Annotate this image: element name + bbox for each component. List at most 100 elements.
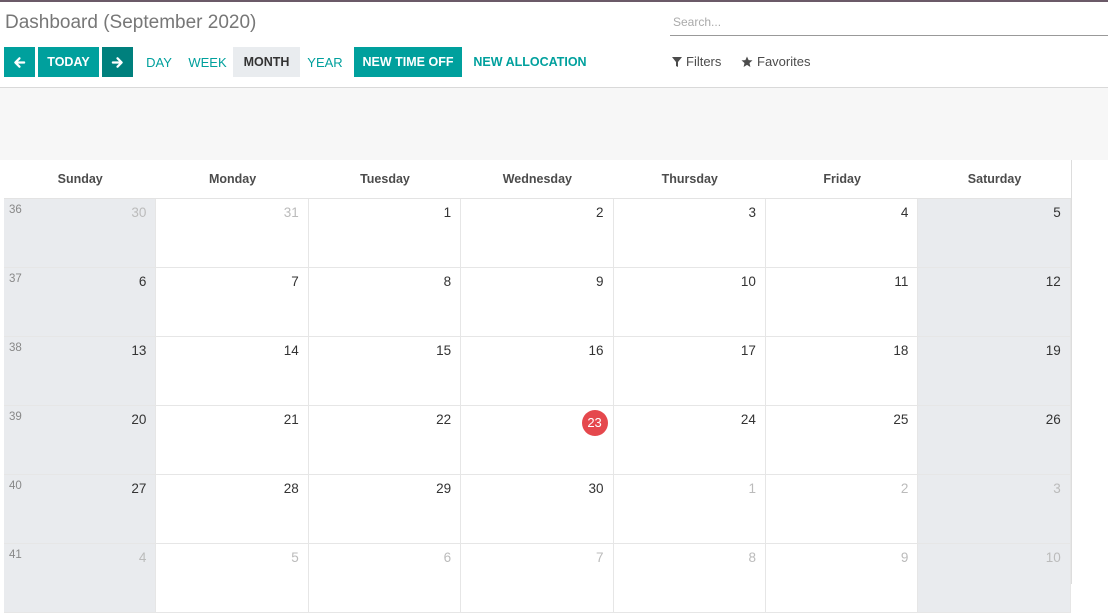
day-number: 7: [596, 550, 604, 565]
day-number: 15: [436, 343, 452, 358]
day-cell[interactable]: 28: [156, 475, 309, 543]
day-cell[interactable]: 22: [308, 406, 462, 474]
day-number: 10: [740, 274, 756, 289]
day-cell[interactable]: 8: [613, 544, 766, 612]
week-number: 39: [9, 411, 22, 423]
week-row: 38 13 14 15 16 17 18 19: [4, 337, 1071, 406]
day-cell[interactable]: 9: [461, 268, 614, 336]
day-cell[interactable]: 37 6: [4, 268, 157, 336]
week-number: 36: [9, 204, 22, 216]
day-cell[interactable]: 4: [765, 199, 919, 267]
month-scale-button[interactable]: MONTH: [233, 47, 300, 77]
day-cell[interactable]: 41 4: [4, 544, 157, 612]
day-cell[interactable]: 12: [918, 268, 1071, 336]
day-number: 31: [283, 205, 299, 220]
day-cell[interactable]: 19: [918, 337, 1071, 405]
day-number: 4: [900, 205, 909, 220]
next-button[interactable]: [102, 47, 133, 77]
filters-label: Filters: [686, 54, 722, 69]
day-number: 3: [1053, 481, 1061, 496]
day-cell[interactable]: 10: [613, 268, 766, 336]
day-scale-button[interactable]: DAY: [140, 47, 178, 77]
new-time-off-button[interactable]: NEW TIME OFF: [354, 47, 462, 77]
day-cell[interactable]: 8: [308, 268, 462, 336]
day-number: 8: [443, 274, 452, 289]
day-cell[interactable]: 29: [308, 475, 462, 543]
day-number: 26: [1045, 412, 1061, 427]
day-cell[interactable]: 36 30: [4, 199, 157, 267]
day-cell[interactable]: 25: [765, 406, 919, 474]
day-cell[interactable]: 17: [613, 337, 766, 405]
day-number: 9: [596, 274, 604, 289]
day-cell[interactable]: 21: [156, 406, 309, 474]
day-number: 1: [443, 205, 452, 220]
today-date-badge: 23: [581, 410, 608, 436]
day-number: 25: [893, 412, 909, 427]
day-cell[interactable]: 40 27: [4, 475, 157, 543]
day-cell[interactable]: 23: [461, 406, 614, 474]
year-scale-button[interactable]: YEAR: [303, 47, 347, 77]
week-row: 41 4 5 6 7 8 9 10: [4, 544, 1071, 613]
day-number: 7: [291, 274, 299, 289]
previous-button[interactable]: [4, 47, 35, 77]
day-cell[interactable]: 3: [918, 475, 1071, 543]
week-row: 37 6 7 8 9 10 11 12: [4, 268, 1071, 337]
day-cell[interactable]: 7: [156, 268, 309, 336]
day-cell[interactable]: 26: [918, 406, 1071, 474]
day-number: 29: [436, 481, 452, 496]
favorites-menu[interactable]: Favorites: [741, 54, 810, 69]
today-button[interactable]: TODAY: [38, 47, 99, 77]
day-number: 10: [1045, 550, 1061, 565]
search-box[interactable]: [670, 12, 1108, 36]
day-number: 3: [748, 205, 756, 220]
week-number: 38: [9, 342, 22, 354]
day-number: 13: [131, 343, 147, 358]
search-input[interactable]: [670, 12, 1106, 32]
arrow-left-icon: [14, 56, 26, 68]
day-cell[interactable]: 24: [613, 406, 766, 474]
day-cell[interactable]: 30: [461, 475, 614, 543]
calendar-body: 36 30 31 1 2 3 4 5 37 6 7 8 9 10 11 12 38 13 14 15 16 17 18 19 3…: [4, 199, 1071, 613]
day-cell[interactable]: 11: [765, 268, 919, 336]
day-cell[interactable]: 2: [461, 199, 614, 267]
day-number: 21: [283, 412, 299, 427]
day-cell[interactable]: 7: [461, 544, 614, 612]
day-cell[interactable]: 31: [156, 199, 309, 267]
day-cell[interactable]: 14: [156, 337, 309, 405]
day-cell[interactable]: 39 20: [4, 406, 157, 474]
week-number: 40: [9, 480, 22, 492]
day-number: 6: [443, 550, 452, 565]
day-number: 11: [894, 274, 909, 289]
weekday-tuesday: Tuesday: [360, 172, 410, 186]
day-cell[interactable]: 5: [918, 199, 1071, 267]
day-cell[interactable]: 1: [613, 475, 766, 543]
filter-icon: [672, 56, 682, 67]
weekday-saturday: Saturday: [967, 172, 1022, 186]
day-cell[interactable]: 15: [308, 337, 462, 405]
weekday-monday: Monday: [208, 172, 257, 186]
new-allocation-button[interactable]: NEW ALLOCATION: [469, 47, 591, 77]
day-cell[interactable]: 3: [613, 199, 766, 267]
weekday-wednesday: Wednesday: [502, 172, 572, 186]
day-cell[interactable]: 9: [765, 544, 919, 612]
week-scale-button[interactable]: WEEK: [185, 47, 230, 77]
day-cell[interactable]: 10: [918, 544, 1071, 612]
day-cell[interactable]: 5: [156, 544, 309, 612]
day-cell[interactable]: 6: [308, 544, 462, 612]
page-title: Dashboard (September 2020): [5, 12, 257, 33]
weekday-friday: Friday: [823, 172, 861, 186]
day-cell[interactable]: 2: [765, 475, 919, 543]
day-cell[interactable]: 18: [765, 337, 919, 405]
weekday-thursday: Thursday: [661, 172, 718, 186]
day-number: 1: [748, 481, 756, 496]
day-number: 5: [291, 550, 299, 565]
day-number: 4: [138, 550, 147, 565]
day-cell[interactable]: 1: [308, 199, 462, 267]
calendar-top-band: [0, 88, 1108, 160]
day-number: 14: [283, 343, 299, 358]
day-number: 5: [1053, 205, 1061, 220]
day-cell[interactable]: 16: [461, 337, 614, 405]
day-cell[interactable]: 38 13: [4, 337, 157, 405]
filters-menu[interactable]: Filters: [672, 54, 721, 69]
day-number: 9: [900, 550, 909, 565]
